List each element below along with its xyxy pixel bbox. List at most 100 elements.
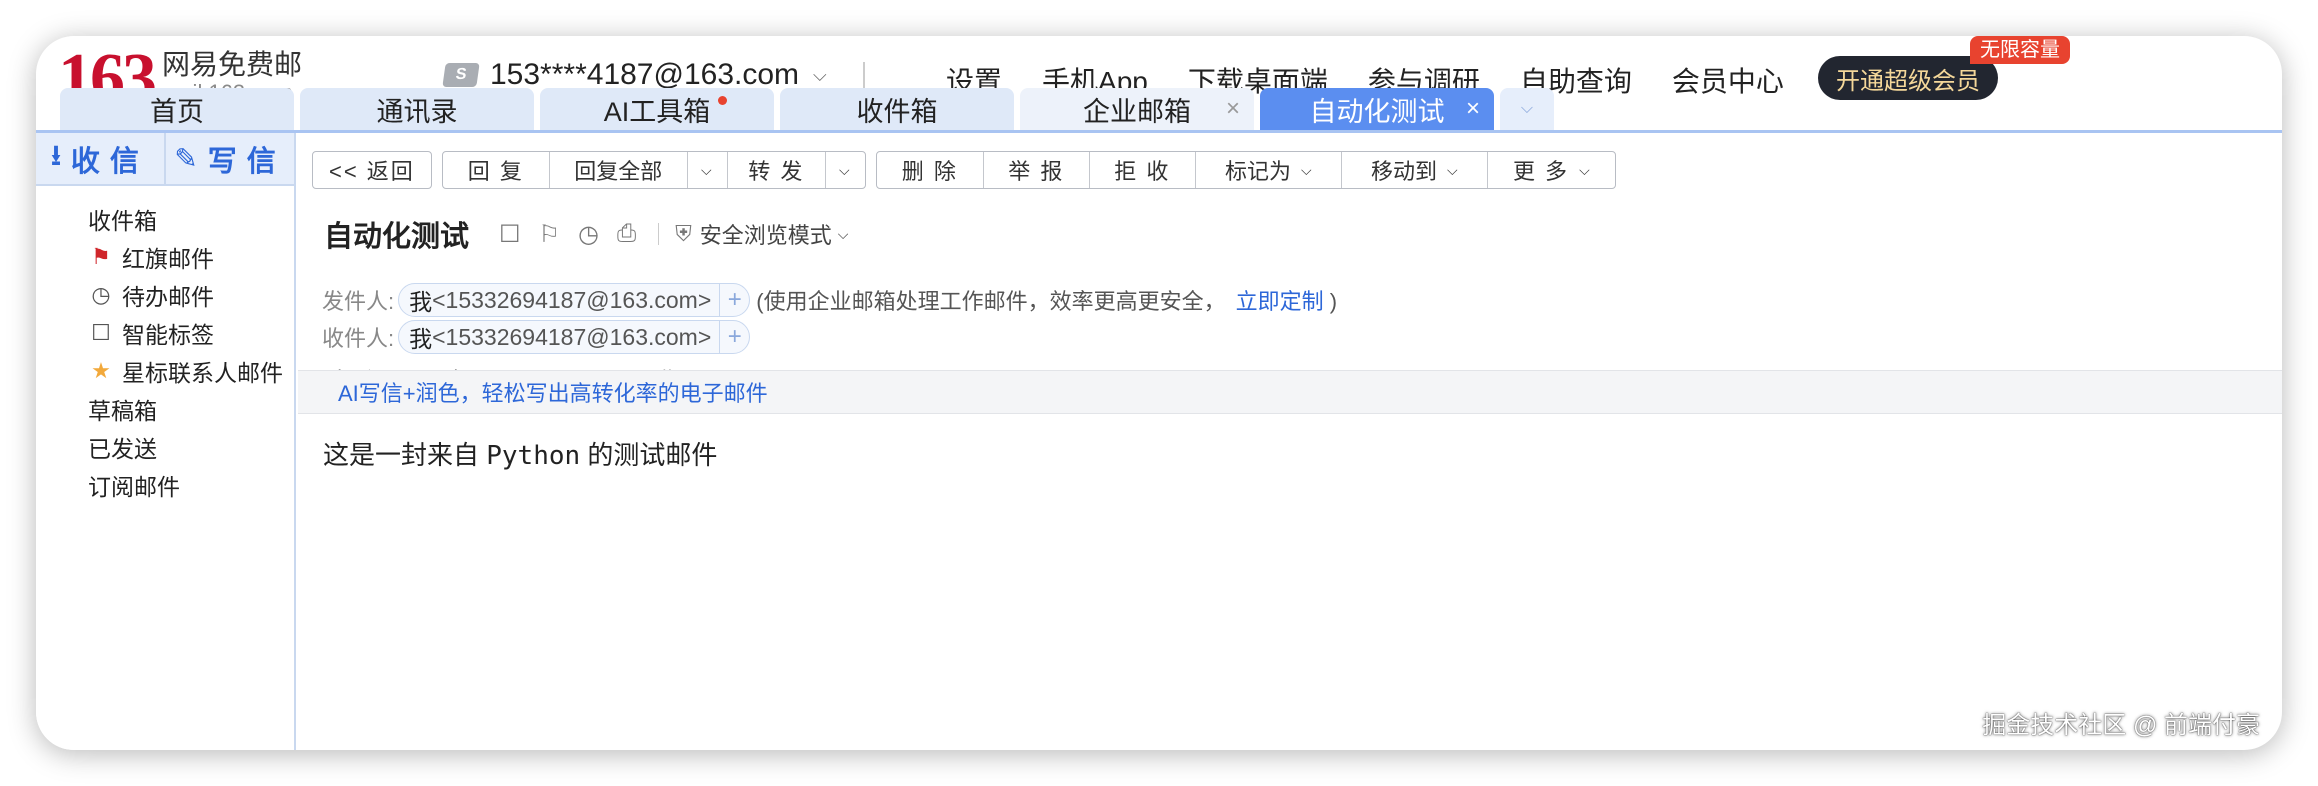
message-subject: 自动化测试 [324,221,470,253]
flag-icon: ⚑ [91,244,111,269]
folder-subscriptions[interactable]: 订阅邮件 [36,466,294,504]
back-button[interactable]: << 返回 [313,152,431,188]
delete-button[interactable]: 删 除 [877,152,983,188]
tab-label: 首页 [150,96,204,127]
add-contact-icon[interactable]: + [719,321,749,353]
tab-automation-test[interactable]: 自动化测试 × [1260,88,1494,130]
vip-badge: 无限容量 [1970,36,2070,64]
chevron-down-icon: ⌵ [837,225,849,242]
star-icon: ★ [91,358,111,383]
sidebar: ⭳ 收信 ✎ 写信 收件箱 ⚑ 红旗邮件 ◷ 待办邮件 ☐ 智能标签 ★ 星标联… [36,133,296,750]
pen-icon: ✎ [174,143,198,174]
bookmark-icon[interactable]: ☐ [499,220,521,249]
safe-mode-label: 安全浏览模式 [699,223,832,248]
clock-icon[interactable]: ◷ [578,220,599,249]
folder-inbox[interactable]: 收件箱 [36,200,294,238]
folder-label: 草稿箱 [88,398,157,424]
account-icon: S [442,63,480,87]
receive-button[interactable]: ⭳ 收信 [36,133,164,184]
tab-label: 企业邮箱 [1083,96,1191,127]
safe-mode-dropdown[interactable]: ⛨ 安全浏览模式 ⌵ [675,218,848,250]
chevron-down-icon: ⌵ [701,161,714,178]
folder-label: 已发送 [88,436,157,462]
tab-contacts[interactable]: 通讯录 [300,88,534,130]
watermark: 掘金技术社区 @ 前端付豪 [1982,712,2260,739]
ai-banner[interactable]: AI写信+润色，轻松写出高转化率的电子邮件 [298,370,2282,414]
sender-email: <15332694187@163.com> [432,286,712,313]
message-view: << 返回 回 复 回复全部 ⌵ 转 发 ⌵ 删 除 举 报 拒 收 标记为 ⌵ … [298,133,2282,750]
tab-enterprise-mail[interactable]: 企业邮箱 × [1020,88,1254,130]
account-email: 153****4187@163.com [490,58,800,91]
move-to-dropdown[interactable]: 移动到 ⌵ [1340,152,1487,188]
folder-sent[interactable]: 已发送 [36,428,294,466]
more-label: 更 多 [1512,159,1570,184]
flag-icon[interactable]: ⚐ [539,220,561,249]
sender-name: 我 [409,289,433,315]
nav-member-center[interactable]: 会员中心 [1672,60,1784,100]
compose-label: 写信 [207,145,286,178]
folder-drafts[interactable]: 草稿箱 [36,390,294,428]
clock-icon: ◷ [91,282,111,307]
message-body: 这是一封来自 Python 的测试邮件 [323,435,717,472]
tab-inbox[interactable]: 收件箱 [780,88,1014,130]
inbox-download-icon: ⭳ [51,139,61,171]
folder-label: 收件箱 [88,208,157,234]
body-code: Python [486,441,581,471]
folder-label: 红旗邮件 [122,246,214,272]
tab-label: 收件箱 [856,96,938,127]
body-text-suffix: 的测试邮件 [580,440,718,470]
tab-home[interactable]: 首页 [60,88,294,130]
sender-chip[interactable]: 我 <15332694187@163.com> + [398,283,751,317]
promo-link[interactable]: 立即定制 [1236,289,1324,314]
tab-label: 自动化测试 [1309,96,1445,127]
from-row: 发件人: 我 <15332694187@163.com> + (使用企业邮箱处理… [322,283,1337,317]
chevron-down-icon: ⌵ [1520,100,1534,117]
chevron-down-icon: ⌵ [813,64,827,85]
chevron-down-icon: ⌵ [1447,161,1458,178]
folder-smart-tags[interactable]: ☐ 智能标签 [36,314,294,352]
add-contact-icon[interactable]: + [719,284,749,316]
reply-all-button[interactable]: 回复全部 [548,152,687,188]
folder-todo[interactable]: ◷ 待办邮件 [36,276,294,314]
forward-button[interactable]: 转 发 [726,152,825,188]
recipient-email: <15332694187@163.com> [432,323,712,350]
tab-ai-toolbox[interactable]: AI工具箱 [540,88,774,130]
folder-label: 订阅邮件 [88,474,180,500]
bookmark-icon: ☐ [91,320,111,345]
report-button[interactable]: 举 报 [982,152,1089,188]
move-to-label: 移动到 [1370,159,1437,184]
reject-button[interactable]: 拒 收 [1088,152,1195,188]
ai-banner-text: AI写信+润色，轻松写出高转化率的电子邮件 [338,381,768,406]
tab-label: AI工具箱 [603,96,711,127]
reply-button[interactable]: 回 复 [443,152,549,188]
divider [658,223,660,245]
mark-as-label: 标记为 [1224,159,1291,184]
more-dropdown[interactable]: 更 多 ⌵ [1486,152,1615,188]
logo-name: 网易免费邮 [162,49,303,80]
forward-dropdown[interactable]: ⌵ [824,152,865,188]
shield-icon: ⛨ [675,221,692,246]
message-subject-row: 自动化测试 ☐ ⚐ ◷ ⎙ ⛨ 安全浏览模式 ⌵ [324,213,848,255]
folder-flagged[interactable]: ⚑ 红旗邮件 [36,238,294,276]
folder-starred-contacts[interactable]: ★ 星标联系人邮件 [36,352,294,390]
close-icon[interactable]: × [1466,95,1480,123]
tab-overflow-button[interactable]: ⌵ [1500,88,1554,130]
enterprise-promo: (使用企业邮箱处理工作邮件，效率更高更安全， 立即定制 ) [756,284,1337,316]
mark-as-dropdown[interactable]: 标记为 ⌵ [1194,152,1341,188]
recipient-name: 我 [409,326,433,352]
folder-label: 待办邮件 [122,284,214,310]
chevron-down-icon: ⌵ [839,161,852,178]
to-label: 收件人: [322,326,395,351]
tab-label: 通讯录 [376,96,458,127]
toolbar: << 返回 回 复 回复全部 ⌵ 转 发 ⌵ 删 除 举 报 拒 收 标记为 ⌵ … [312,151,1616,189]
print-icon[interactable]: ⎙ [617,220,636,248]
close-icon[interactable]: × [1226,95,1240,123]
chevron-down-icon: ⌵ [1579,161,1590,178]
reply-all-dropdown[interactable]: ⌵ [686,152,727,188]
account-switcher[interactable]: S 153****4187@163.com ⌵ [442,58,865,92]
body-text-prefix: 这是一封来自 [323,440,487,470]
recipient-chip[interactable]: 我 <15332694187@163.com> + [398,320,751,354]
receive-label: 收信 [70,145,149,178]
compose-button[interactable]: ✎ 写信 [164,133,294,184]
folder-label: 星标联系人邮件 [122,360,283,386]
